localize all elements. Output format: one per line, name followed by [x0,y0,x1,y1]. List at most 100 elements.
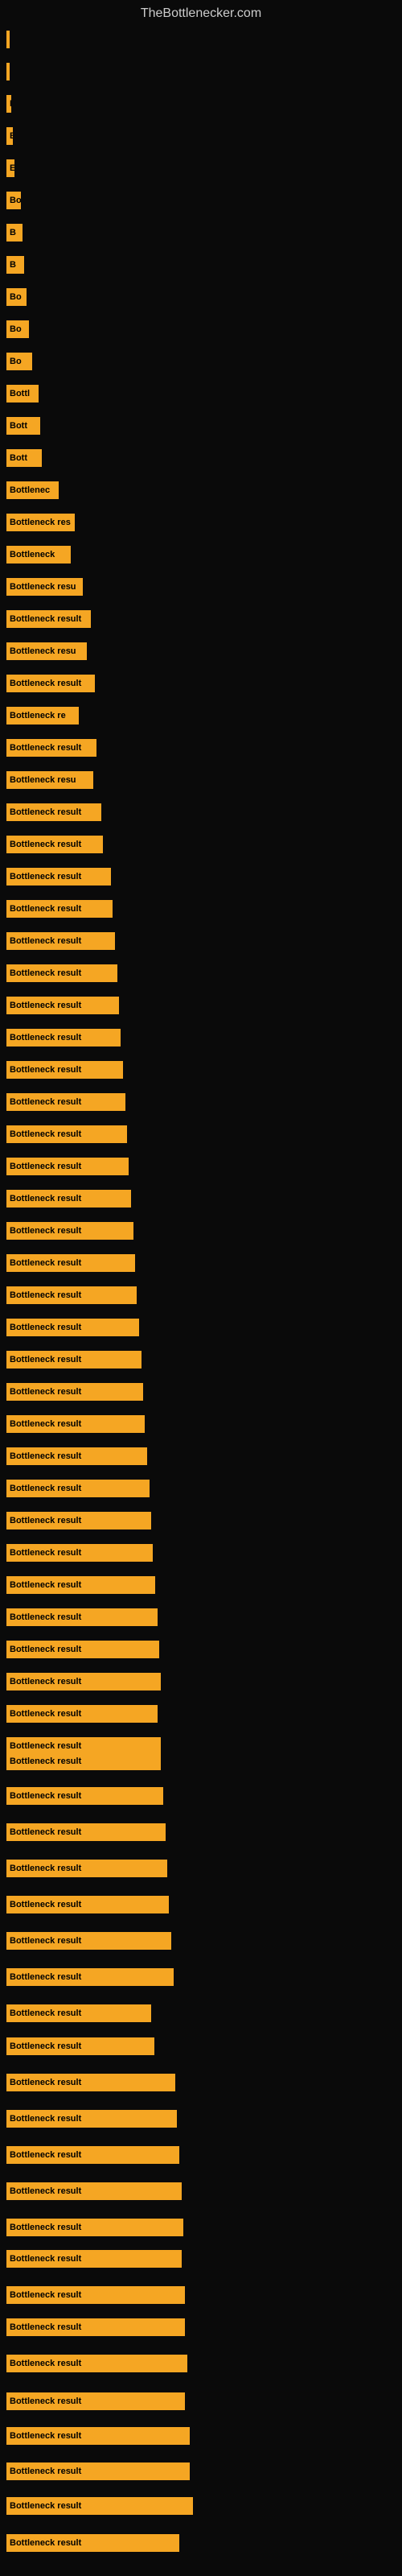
bar-row: Bottleneck result [6,1351,142,1368]
bar-label: Bo [10,357,22,366]
bar: Bottleneck result [6,1823,166,1841]
bar-row: Bottleneck result [6,1061,123,1079]
bar-label: Bottleneck result [10,1612,81,1622]
bar: Bottleneck result [6,1512,151,1530]
bar: Bottleneck result [6,1415,145,1433]
bar-row: Bottleneck result [6,1158,129,1175]
bar-row: Bott [6,417,40,435]
bar: Bottleneck resu [6,642,87,660]
bar: Bottleneck result [6,2427,190,2445]
bar-label: Bottleneck result [10,968,81,978]
bar-row: B [6,127,13,145]
bar: Bottleneck result [6,1576,155,1594]
bar-label: Bottleneck result [10,2467,81,2476]
bar-label: Bottleneck result [10,1900,81,1909]
bar-label: Bottl [10,389,30,398]
bar: Bottlenec [6,481,59,499]
bar-label: E [10,163,14,173]
bar-label: Bottleneck result [10,679,81,688]
bar: Bottleneck result [6,2534,179,2552]
bar-label: Bottleneck result [10,2359,81,2368]
bar-row [6,31,10,48]
bar-label: Bottleneck result [10,1001,81,1010]
bar: Bottleneck result [6,1254,135,1272]
bar-row: Bottleneck [6,546,71,564]
bar-label: Bo [10,196,21,205]
bar-label: Bottleneck result [10,2114,81,2124]
bar-label: Bottleneck result [10,1936,81,1946]
bar-label: Bottleneck result [10,2150,81,2160]
bar-label: Bottleneck result [10,1097,81,1107]
bar: Bott [6,449,42,467]
bar-row: Bottleneck re [6,707,79,724]
bar-row: Bottleneck result [6,2497,193,2515]
bar-row: Bo [6,353,32,370]
bar-row: Bottleneck result [6,964,117,982]
bar: Bottleneck result [6,1641,159,1658]
bar-row: Bottleneck result [6,1093,125,1111]
bar-row: Bottleneck result [6,1544,153,1562]
bar-row: Bottleneck result [6,2286,185,2304]
bar: Bottleneck result [6,2219,183,2236]
bar: Bottleneck res [6,514,75,531]
bar-row: Bo [6,288,27,306]
bar-label: Bottleneck result [10,2431,81,2441]
bar-label: Bottleneck re [10,711,66,720]
bar: Bottleneck result [6,2497,193,2515]
bar-row: Bottleneck result [6,610,91,628]
bar-row: Bottleneck result [6,1029,121,1046]
bar-row: Bottleneck result [6,2182,182,2200]
bar: Bottleneck result [6,1787,163,1805]
bar-label: Bo [10,324,22,334]
bar-row: Bottleneck result [6,2355,187,2372]
bar-row: Bottleneck result [6,1705,158,1723]
bar-row: Bottleneck result [6,2037,154,2055]
bar-label: Bottleneck result [10,1757,81,1766]
bar-row: Bottleneck result [6,2534,179,2552]
bar-row: B [6,224,23,242]
bar-row: Bottleneck result [6,868,111,886]
bar-label: Bottleneck result [10,2186,81,2196]
bar: Bottleneck result [6,1158,129,1175]
bar: Bottleneck result [6,1447,147,1465]
site-title: TheBottlenecker.com [0,0,402,24]
bar-label: Bottleneck result [10,904,81,914]
bar: Bottleneck result [6,2074,175,2091]
bar: Bottleneck result [6,803,101,821]
bar: Bottleneck result [6,1705,158,1723]
bar: Bottleneck result [6,836,103,853]
bar-label: B [10,228,16,237]
bar-label: Bottleneck result [10,1580,81,1590]
bar-row: Bottleneck result [6,2318,185,2336]
bar-row: Bottleneck result [6,2250,182,2268]
bar-label: Bottleneck result [10,1548,81,1558]
bar: Bottleneck result [6,1752,161,1770]
bar-label: Bottleneck result [10,2290,81,2300]
bar: Bottleneck result [6,868,111,886]
bar-row: Bottleneck result [6,1190,131,1208]
bar-label: Bottleneck result [10,2041,81,2051]
bar: Bottleneck resu [6,771,93,789]
bar-row: Bottleneck res [6,514,75,531]
bar-label: Bottleneck resu [10,582,76,592]
bar-label: Bott [10,453,27,463]
bar-row: Bottleneck result [6,1415,145,1433]
bar: Bottleneck result [6,1383,143,1401]
bar-label: Bottleneck result [10,1355,81,1364]
bar-label: Bottleneck result [10,1864,81,1873]
bar: Bottleneck result [6,2355,187,2372]
bar-label: Bottleneck result [10,2322,81,2332]
bar: Bottleneck result [6,997,119,1014]
bar: Bottleneck result [6,2182,182,2200]
bar: Bottleneck result [6,2037,154,2055]
bar: Bottleneck result [6,1896,169,1913]
bar-row: Bottleneck result [6,1576,155,1594]
bar-row: Bottleneck result [6,1512,151,1530]
bar: Bottleneck result [6,610,91,628]
bar: Bottleneck result [6,964,117,982]
bar: Bottleneck result [6,1860,167,1877]
bar [6,63,10,80]
bar: Bo [6,288,27,306]
bar-row [6,63,10,80]
bar-row: Bottleneck result [6,739,96,757]
